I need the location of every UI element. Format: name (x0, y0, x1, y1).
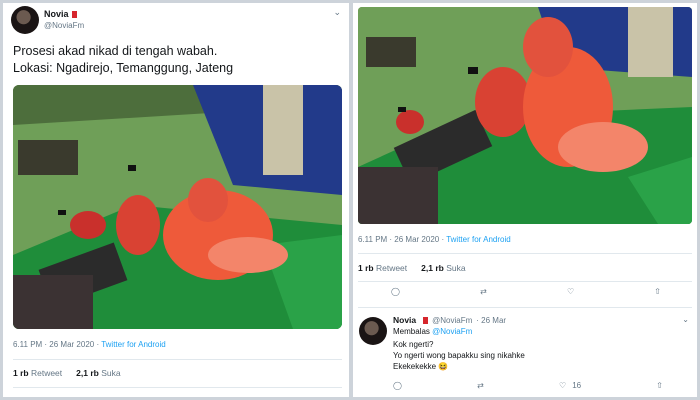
tweet-text-line: Lokasi: Ngadirejo, Temanggung, Jateng (13, 61, 234, 75)
tweet-text-line: Prosesi akad nikad di tengah wabah. (13, 44, 218, 58)
retweet-label: Retweet (30, 368, 63, 378)
divider (358, 307, 692, 308)
timestamp-text[interactable]: 6.11 PM · 26 Mar 2020 · (358, 235, 446, 244)
share-icon[interactable]: ⇧ (656, 380, 663, 391)
author-name[interactable]: Novia (44, 9, 69, 20)
reply-icon[interactable]: ◯ (393, 380, 402, 391)
reply-author-name[interactable]: Novia (393, 315, 416, 326)
avatar[interactable] (11, 6, 39, 34)
tweet-stats: 1 rb Retweet 2,1 rb Suka (13, 368, 121, 378)
tweet-photo[interactable] (13, 85, 342, 329)
chevron-down-icon[interactable]: ⌄ (333, 7, 341, 18)
tweet-screenshot-left: Novia @NoviaFm ⌄ Prosesi akad nikad di t… (3, 3, 349, 397)
like-label: Suka (101, 368, 121, 378)
retweet-count: 1 rb (13, 368, 29, 378)
like-icon[interactable]: ♡ (567, 287, 574, 296)
divider (358, 253, 692, 254)
divider (358, 281, 692, 282)
source-link[interactable]: Twitter for Android (446, 235, 510, 244)
flag-icon (423, 317, 429, 324)
like-stat[interactable]: 2,1 rb Suka (76, 368, 120, 378)
reply-text-line: Kok ngerti? (393, 340, 434, 349)
tweet-actions: ◯ ⇄ ♡ ⇧ (391, 287, 661, 296)
source-link[interactable]: Twitter for Android (101, 340, 165, 349)
divider (13, 359, 342, 360)
tweet-timestamp: 6.11 PM · 26 Mar 2020 · Twitter for Andr… (358, 235, 511, 244)
like-count: 2,1 rb (76, 368, 99, 378)
avatar[interactable] (359, 317, 387, 345)
like-stat[interactable]: ♡ 16 (559, 380, 581, 391)
reply-text-line: Yo ngerti wong bapakku sing nikahke (393, 351, 525, 360)
tweet-screenshot-right: 6.11 PM · 26 Mar 2020 · Twitter for Andr… (353, 3, 697, 397)
reply-text-line: Ekekekekke 😆 (393, 362, 449, 371)
divider (13, 387, 342, 388)
retweet-icon[interactable]: ⇄ (480, 287, 487, 296)
tweet-text: Prosesi akad nikad di tengah wabah. Loka… (13, 43, 233, 77)
reply-icon[interactable]: ◯ (391, 287, 400, 296)
retweet-label: Retweet (375, 263, 408, 273)
tweet-stats: 1 rb Retweet 2,1 rb Suka (358, 263, 466, 273)
replying-to: Membalas @NoviaFm (393, 326, 683, 337)
tweet-header: Novia @NoviaFm (11, 6, 84, 34)
retweet-stat[interactable]: 1 rb Retweet (13, 368, 62, 378)
author-handle[interactable]: @NoviaFm (44, 20, 84, 31)
like-icon[interactable]: ♡ (559, 380, 566, 391)
reply-date[interactable]: · 26 Mar (476, 315, 506, 326)
retweet-icon[interactable]: ⇄ (477, 380, 484, 391)
reply-text: Kok ngerti? Yo ngerti wong bapakku sing … (393, 339, 683, 372)
retweet-count: 1 rb (358, 263, 374, 273)
like-label: Suka (446, 263, 466, 273)
replying-label: Membalas (393, 327, 430, 336)
replying-to-link[interactable]: @NoviaFm (432, 327, 472, 336)
like-stat[interactable]: 2,1 rb Suka (421, 263, 465, 273)
chevron-down-icon[interactable]: ⌄ (682, 315, 689, 324)
tweet-photo[interactable] (358, 7, 692, 224)
like-count: 2,1 rb (421, 263, 444, 273)
reply-actions: ◯ ⇄ ♡ 16 ⇧ (393, 380, 663, 391)
flag-icon (71, 11, 77, 18)
tweet-timestamp: 6.11 PM · 26 Mar 2020 · Twitter for Andr… (13, 340, 166, 349)
reply-author-handle[interactable]: @NoviaFm (432, 315, 472, 326)
like-count: 16 (572, 381, 582, 390)
share-icon[interactable]: ⇧ (654, 287, 661, 296)
retweet-stat[interactable]: 1 rb Retweet (358, 263, 407, 273)
timestamp-text[interactable]: 6.11 PM · 26 Mar 2020 · (13, 340, 101, 349)
